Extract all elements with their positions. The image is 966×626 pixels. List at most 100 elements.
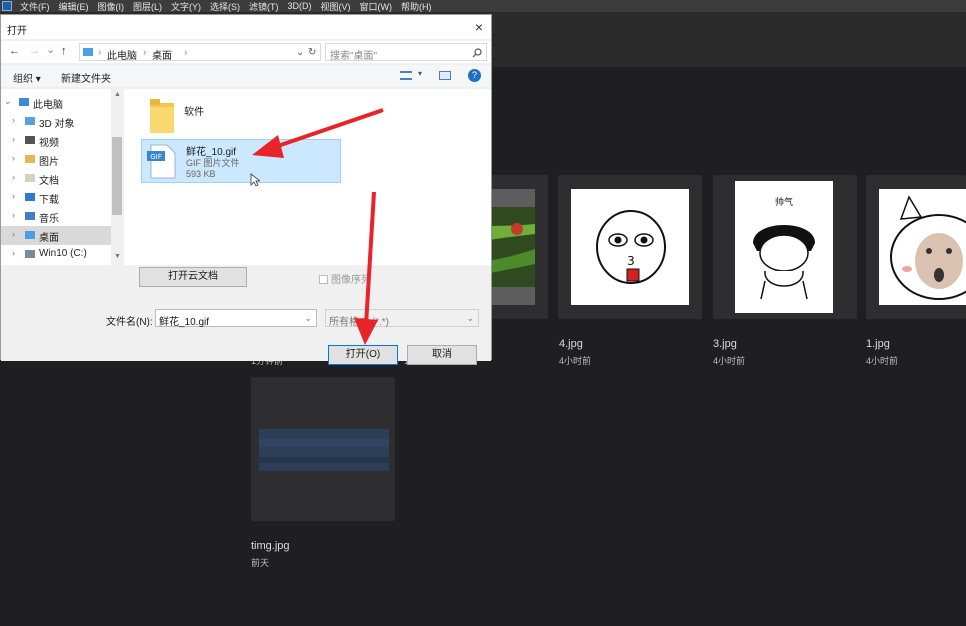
recent-thumb-3[interactable]: 帅气: [713, 175, 857, 319]
nav-scrollbar[interactable]: ▲ ▼: [111, 89, 123, 265]
up-arrow-icon[interactable]: ↑: [61, 45, 67, 57]
chevron-right-icon[interactable]: ›: [12, 172, 15, 182]
list-item-folder[interactable]: 软件: [124, 89, 324, 135]
nav-item-label: 图片: [39, 157, 59, 168]
recent-thumb-timg[interactable]: [251, 377, 395, 521]
chevron-right-icon[interactable]: ›: [12, 248, 15, 258]
nav-item-drive-c[interactable]: › Win10 (C:): [1, 245, 111, 264]
pig-face-thumbnail-icon: [890, 195, 966, 300]
menu-type[interactable]: 文字(Y): [171, 0, 201, 13]
cube-icon: [25, 117, 35, 125]
recent-file-name[interactable]: 3.jpg: [713, 338, 737, 350]
nav-item-label: 视频: [39, 138, 59, 149]
menu-window[interactable]: 窗口(W): [360, 0, 393, 13]
breadcrumb-separator: ›: [184, 47, 188, 58]
new-folder-button[interactable]: 新建文件夹: [61, 70, 111, 85]
forward-arrow-icon[interactable]: →: [29, 45, 40, 57]
menu-select[interactable]: 选择(S): [210, 0, 240, 13]
chevron-right-icon[interactable]: ›: [12, 153, 15, 163]
chevron-right-icon[interactable]: ›: [12, 115, 15, 125]
nav-item-pictures[interactable]: › 图片: [1, 150, 111, 169]
computer-icon: [19, 98, 29, 106]
chevron-right-icon[interactable]: ›: [12, 210, 15, 220]
nav-item-downloads[interactable]: › 下载: [1, 188, 111, 207]
app-menubar: 文件(F) 编辑(E) 图像(I) 图层(L) 文字(Y) 选择(S) 滤镜(T…: [0, 0, 966, 12]
breadcrumb-separator: ›: [143, 47, 147, 58]
nav-item-3d-objects[interactable]: › 3D 对象: [1, 112, 111, 131]
nav-item-label: 3D 对象: [39, 119, 75, 130]
chevron-right-icon[interactable]: ›: [12, 191, 15, 201]
address-bar[interactable]: › 此电脑 › 桌面 › ⌄ ↻: [79, 43, 321, 62]
recent-file-name[interactable]: 4.jpg: [559, 338, 583, 350]
close-icon[interactable]: ×: [475, 19, 483, 35]
cancel-button[interactable]: 取消: [407, 345, 477, 365]
file-type-value: 所有格式 (*.*): [329, 317, 389, 328]
download-icon: [25, 193, 35, 201]
dialog-titlebar[interactable]: 打开 ×: [1, 15, 491, 39]
menu-help[interactable]: 帮助(H): [401, 0, 432, 13]
checkbox-icon[interactable]: [319, 275, 328, 284]
nav-item-documents[interactable]: › 文档: [1, 169, 111, 188]
file-type: GIF 图片文件: [186, 158, 240, 168]
file-size: 593 KB: [186, 169, 216, 179]
chevron-down-icon[interactable]: ▾: [418, 69, 422, 78]
chevron-down-icon[interactable]: ⌄: [4, 96, 12, 107]
chevron-right-icon[interactable]: ›: [12, 134, 15, 144]
list-item-gif-selected[interactable]: GIF 鲜花_10.gif GIF 图片文件 593 KB: [141, 139, 341, 183]
file-type-select[interactable]: 所有格式 (*.*) ⌄: [325, 309, 479, 328]
nav-item-music[interactable]: › 音乐: [1, 207, 111, 226]
filename-input[interactable]: 鲜花_10.gif ⌄: [155, 309, 317, 328]
preview-pane-icon[interactable]: [439, 71, 451, 80]
chevron-right-icon[interactable]: ›: [12, 229, 15, 239]
menu-filter[interactable]: 滤镜(T): [249, 0, 279, 13]
desktop-icon: [25, 231, 35, 239]
scrollbar-thumb[interactable]: [112, 137, 122, 215]
recent-file-name[interactable]: timg.jpg: [251, 540, 290, 552]
view-options-icon[interactable]: [400, 71, 412, 80]
back-arrow-icon[interactable]: ←: [9, 45, 20, 57]
navigation-pane: ⌄ 此电脑 › 3D 对象 › 视频 › 图片 › 文档 › 下载 › 音乐 ›…: [1, 89, 123, 265]
recent-locations-icon[interactable]: ⌄: [46, 43, 55, 56]
open-cloud-document-button[interactable]: 打开云文档: [139, 267, 247, 287]
search-icon[interactable]: [472, 48, 482, 58]
recent-file-time: 前天: [251, 558, 270, 568]
drive-icon: [25, 250, 35, 258]
nav-item-label: Win10 (C:): [39, 248, 87, 259]
mouse-cursor-icon: [250, 173, 260, 187]
search-input[interactable]: 搜索"桌面": [325, 43, 487, 62]
chevron-down-icon[interactable]: ⌄: [466, 313, 474, 324]
recent-thumb-4[interactable]: 3: [558, 175, 702, 319]
nav-item-videos[interactable]: › 视频: [1, 131, 111, 150]
menu-file[interactable]: 文件(F): [20, 0, 50, 13]
help-icon[interactable]: ?: [468, 69, 481, 82]
folder-icon: [150, 99, 174, 133]
gif-badge-text: GIF: [150, 153, 162, 161]
address-row: ← → ⌄ ↑ › 此电脑 › 桌面 › ⌄ ↻ 搜索"桌面": [1, 41, 491, 63]
film-icon: [25, 136, 35, 144]
scroll-up-icon[interactable]: ▲: [114, 91, 121, 98]
menu-view[interactable]: 视图(V): [321, 0, 351, 13]
open-button[interactable]: 打开(O): [328, 345, 398, 365]
picture-icon: [25, 155, 35, 163]
chevron-down-icon[interactable]: ⌄: [304, 313, 312, 324]
chevron-down-icon[interactable]: ⌄: [296, 47, 304, 58]
command-bar: 组织 ▾ 新建文件夹 ▾ ?: [1, 65, 491, 87]
menu-image[interactable]: 图像(I): [98, 0, 125, 13]
photoshop-logo-icon: [2, 1, 12, 11]
nav-item-this-pc[interactable]: ⌄ 此电脑: [1, 93, 111, 112]
nav-item-label: 下载: [39, 195, 59, 206]
recent-file-time: 4小时前: [866, 356, 899, 366]
recent-file-name[interactable]: 1.jpg: [866, 338, 890, 350]
nav-item-desktop[interactable]: › 桌面: [1, 226, 111, 245]
image-sequence-checkbox[interactable]: 图像序列: [319, 271, 371, 286]
menu-layer[interactable]: 图层(L): [133, 0, 162, 13]
breadcrumb-desktop[interactable]: 桌面: [152, 47, 172, 62]
nav-item-label: 此电脑: [33, 100, 63, 111]
menu-edit[interactable]: 编辑(E): [59, 0, 89, 13]
breadcrumb-this-pc[interactable]: 此电脑: [107, 47, 137, 62]
scroll-down-icon[interactable]: ▼: [114, 253, 121, 260]
organize-button[interactable]: 组织 ▾: [13, 70, 41, 85]
recent-thumb-1[interactable]: [866, 175, 966, 319]
refresh-icon[interactable]: ↻: [308, 47, 316, 58]
menu-3d[interactable]: 3D(D): [288, 1, 312, 11]
